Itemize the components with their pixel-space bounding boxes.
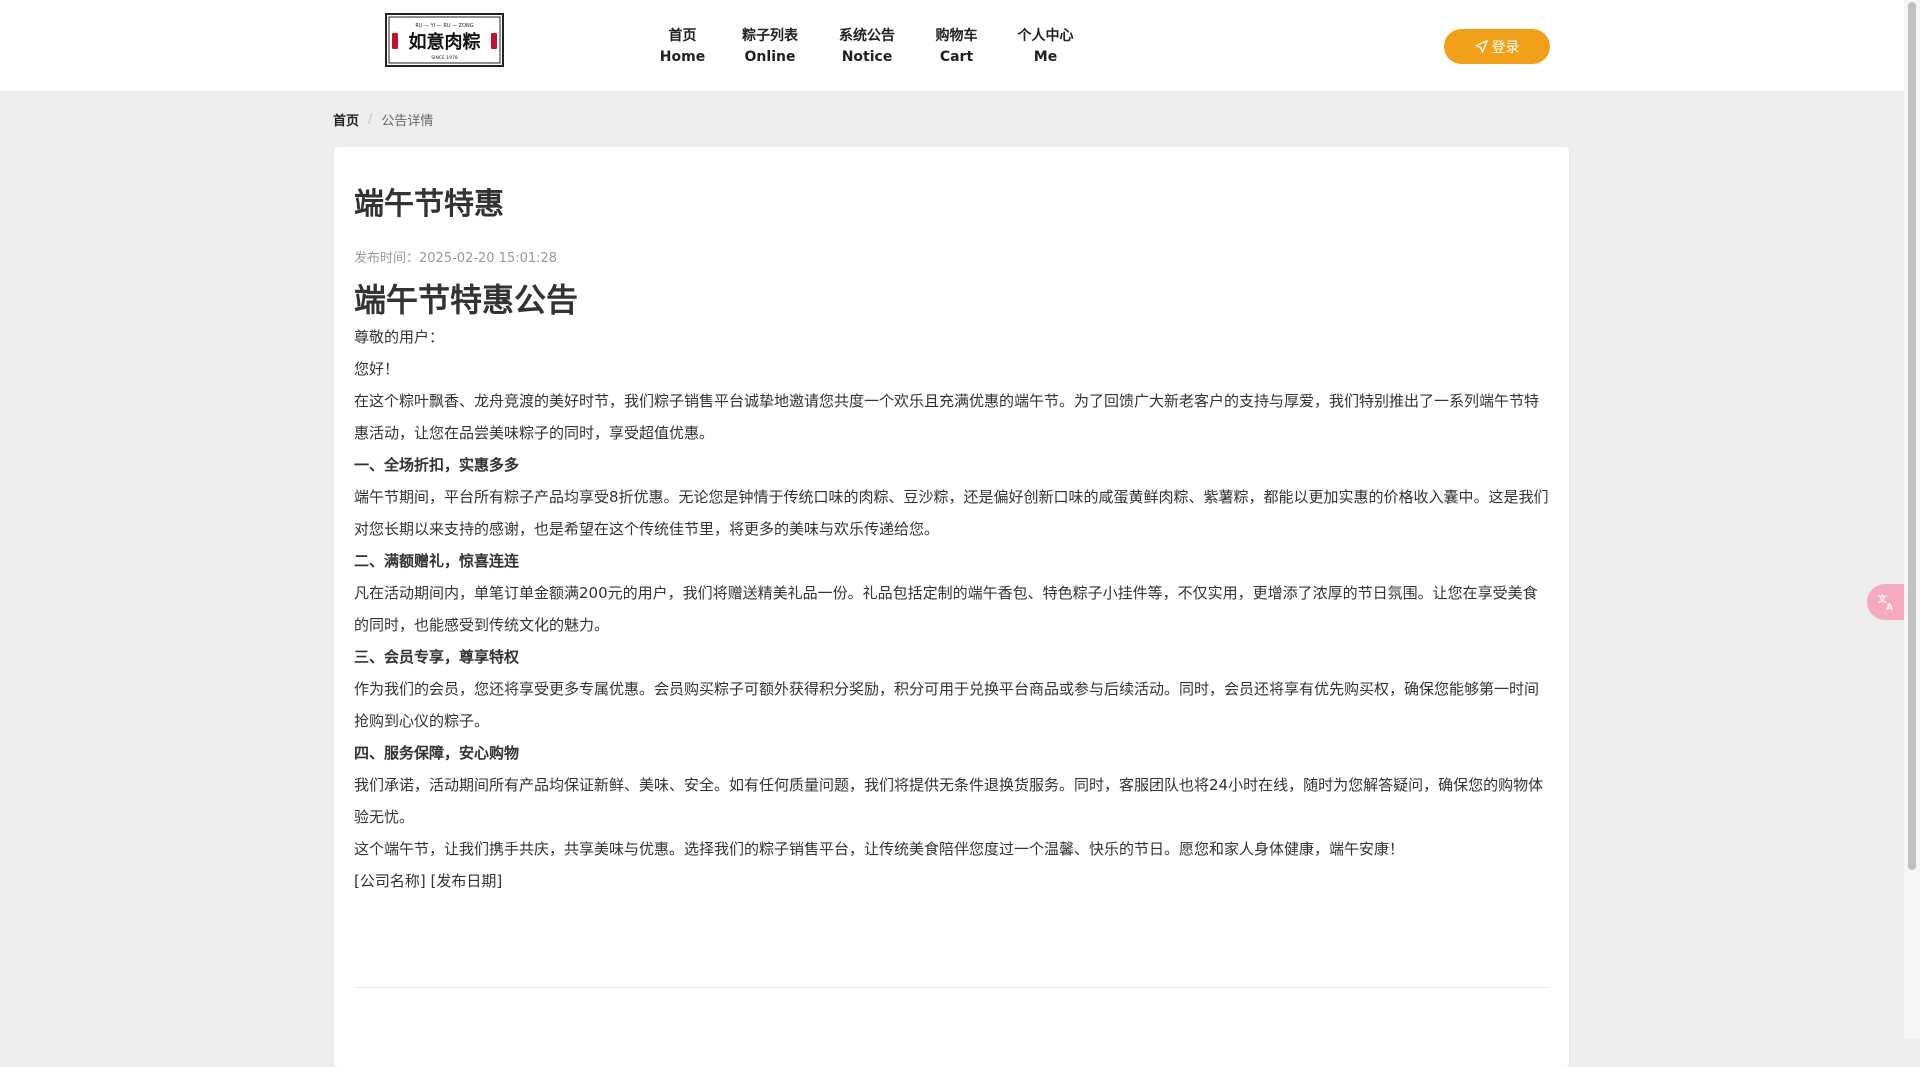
article-paragraph: 尊敬的用户： — [354, 328, 445, 346]
nav-notice[interactable]: 系统公告 Notice — [815, 26, 919, 68]
vertical-scrollbar[interactable] — [1904, 0, 1920, 1039]
notice-title: 端午节特惠 — [354, 187, 504, 222]
logo[interactable]: RU — YI — RU — ZONG 如意肉粽 SINCE 1978 — [385, 13, 504, 67]
content-divider — [354, 987, 1550, 988]
article-heading: 端午节特惠公告 — [354, 281, 579, 319]
top-header: RU — YI — RU — ZONG 如意肉粽 SINCE 1978 首页 H… — [0, 0, 1904, 92]
translate-float-button[interactable]: 文 A — [1867, 584, 1905, 620]
publish-time: 发布时间：2025-02-20 15:01:28 — [354, 251, 558, 266]
nav-notice-cn: 系统公告 — [839, 28, 895, 44]
article-section-heading: 二、满额赠礼，惊喜连连 — [354, 552, 520, 570]
logo-image: RU — YI — RU — ZONG 如意肉粽 SINCE 1978 — [385, 13, 504, 67]
nav-me-cn: 个人中心 — [1017, 28, 1074, 44]
breadcrumb: 首页 / 公告详情 — [333, 110, 433, 129]
notice-article: 端午节特惠公告 尊敬的用户： 您好！ 在这个粽叶飘香、龙舟竞渡的美好时节，我们粽… — [354, 279, 1550, 897]
nav-cart-en: Cart — [939, 49, 974, 65]
breadcrumb-separator: / — [368, 112, 373, 127]
nav-home[interactable]: 首页 Home — [640, 26, 725, 68]
nav-me-en: Me — [1033, 49, 1058, 65]
nav-online-cn: 粽子列表 — [742, 28, 798, 44]
logo-sub-top: RU — YI — RU — ZONG — [415, 23, 473, 29]
article-section-heading: 四、服务保障，安心购物 — [354, 744, 520, 762]
article-paragraph: 在这个粽叶飘香、龙舟竞渡的美好时节，我们粽子销售平台诚挚地邀请您共度一个欢乐且充… — [354, 392, 1540, 442]
logo-sub-bottom: SINCE 1978 — [431, 55, 458, 61]
login-label: 登录 — [1491, 39, 1520, 56]
article-paragraph: 我们承诺，活动期间所有产品均保证新鲜、美味、安全。如有任何质量问题，我们将提供无… — [354, 776, 1544, 826]
article-signature: [公司名称] [发布日期] — [354, 872, 503, 890]
login-button[interactable]: 登录 — [1444, 29, 1550, 64]
send-icon — [1474, 40, 1488, 53]
article-section-heading: 一、全场折扣，实惠多多 — [354, 456, 520, 474]
nav-notice-en: Notice — [841, 49, 893, 65]
scrollbar-thumb[interactable] — [1908, 2, 1916, 870]
nav-me[interactable]: 个人中心 Me — [994, 26, 1097, 68]
translate-icon: 文 A — [1877, 593, 1893, 612]
article-paragraph: 您好！ — [354, 360, 400, 378]
nav-cart-cn: 购物车 — [935, 28, 978, 44]
nav-cart[interactable]: 购物车 Cart — [919, 26, 994, 68]
nav-home-en: Home — [659, 49, 706, 65]
article-paragraph: 这个端午节，让我们携手共庆，共享美味与优惠。选择我们的粽子销售平台，让传统美食陪… — [354, 840, 1405, 858]
nav-online-en: Online — [744, 49, 796, 65]
nav-home-cn: 首页 — [668, 28, 697, 44]
nav-online[interactable]: 粽子列表 Online — [725, 26, 815, 68]
notice-card: 端午节特惠 发布时间：2025-02-20 15:01:28 端午节特惠公告 尊… — [334, 147, 1569, 1067]
article-paragraph: 作为我们的会员，您还将享受更多专属优惠。会员购买粽子可额外获得积分奖励，积分可用… — [354, 680, 1540, 730]
article-paragraph: 端午节期间，平台所有粽子产品均享受8折优惠。无论您是钟情于传统口味的肉粽、豆沙粽… — [354, 488, 1549, 538]
article-section-heading: 三、会员专享，尊享特权 — [354, 648, 520, 666]
main-nav: 首页 Home 粽子列表 Online 系统公告 Notice 购物车 Cart… — [640, 26, 1097, 68]
logo-text: 如意肉粽 — [409, 31, 481, 53]
breadcrumb-current: 公告详情 — [381, 114, 434, 129]
svg-text:A: A — [1886, 603, 1893, 612]
article-paragraph: 凡在活动期间内，单笔订单金额满200元的用户，我们将赠送精美礼品一份。礼品包括定… — [354, 584, 1538, 634]
breadcrumb-home[interactable]: 首页 — [333, 110, 359, 129]
